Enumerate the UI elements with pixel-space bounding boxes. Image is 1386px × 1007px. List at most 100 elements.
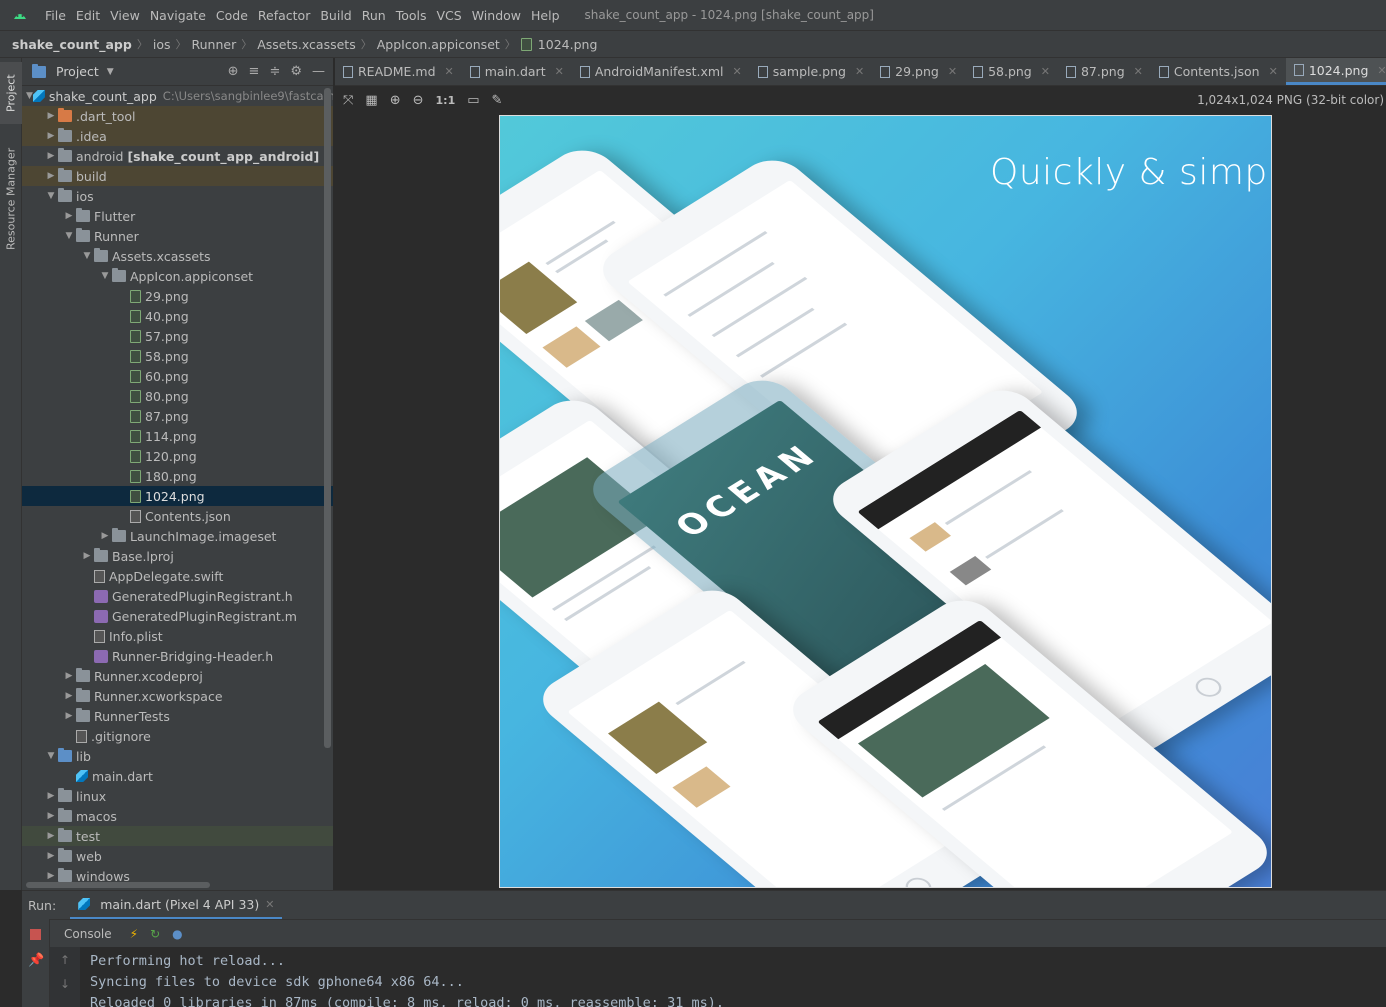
tree-item[interactable]: ▶ build <box>22 166 333 186</box>
project-tool-tab[interactable]: Project <box>0 62 22 124</box>
actual-size-button[interactable]: 1:1 <box>436 94 456 107</box>
editor-tab[interactable]: 87.png ✕ <box>1058 58 1151 85</box>
close-icon[interactable]: ✕ <box>1134 65 1143 78</box>
tree-item[interactable]: ▶GeneratedPluginRegistrant.m <box>22 606 333 626</box>
console-output[interactable]: Performing hot reload... Syncing files to… <box>90 951 724 1007</box>
editor-tab[interactable]: Contents.json ✕ <box>1151 58 1286 85</box>
chevron-right-icon[interactable]: ▶ <box>44 151 58 161</box>
chevron-right-icon[interactable]: ▶ <box>44 831 58 841</box>
tree-item[interactable]: ▼ Runner <box>22 226 333 246</box>
chevron-right-icon[interactable]: ▶ <box>44 851 58 861</box>
chevron-down-icon[interactable]: ▼ <box>44 191 58 201</box>
scroll-up-icon[interactable]: ↑ <box>60 953 70 967</box>
stop-icon[interactable] <box>30 929 41 940</box>
tree-item[interactable]: ▶29.png <box>22 286 333 306</box>
pin-icon[interactable]: 📌 <box>28 953 44 968</box>
menu-run[interactable]: Run <box>357 8 391 23</box>
tree-item[interactable]: ▶Info.plist <box>22 626 333 646</box>
tree-item[interactable]: ▶ Runner.xcodeproj <box>22 666 333 686</box>
tree-item[interactable]: ▶ web <box>22 846 333 866</box>
editor-tab[interactable]: main.dart ✕ <box>462 58 572 85</box>
editor-tab[interactable]: 29.png ✕ <box>872 58 965 85</box>
fit-window-icon[interactable]: ▭ <box>467 93 479 108</box>
tree-item[interactable]: ▶ RunnerTests <box>22 706 333 726</box>
chevron-right-icon[interactable]: ▶ <box>62 671 76 681</box>
tree-item[interactable]: ▶ Flutter <box>22 206 333 226</box>
tree-item[interactable]: ▶ .idea <box>22 126 333 146</box>
chevron-right-icon[interactable]: ▶ <box>62 711 76 721</box>
chevron-down-icon[interactable]: ▼ <box>80 251 94 261</box>
editor-tab[interactable]: sample.png ✕ <box>750 58 872 85</box>
tree-item[interactable]: ▶ LaunchImage.imageset <box>22 526 333 546</box>
breadcrumb-item[interactable]: Assets.xcassets <box>257 37 356 52</box>
menu-code[interactable]: Code <box>211 8 253 23</box>
menu-refactor[interactable]: Refactor <box>253 8 315 23</box>
tree-item[interactable]: ▶ Runner.xcworkspace <box>22 686 333 706</box>
chevron-right-icon[interactable]: ▶ <box>44 791 58 801</box>
scroll-down-icon[interactable]: ↓ <box>60 977 70 991</box>
close-icon[interactable]: ✕ <box>1377 64 1386 77</box>
chevron-right-icon[interactable]: ▶ <box>62 211 76 221</box>
breadcrumb-item[interactable]: AppIcon.appiconset <box>377 37 500 52</box>
tree-item[interactable]: ▼ Assets.xcassets <box>22 246 333 266</box>
tree-item[interactable]: ▶Runner-Bridging-Header.h <box>22 646 333 666</box>
chevron-right-icon[interactable]: ▶ <box>44 171 58 181</box>
image-preview[interactable]: Quickly & simply i OCEAN <box>499 115 1272 888</box>
chevron-down-icon[interactable]: ▼ <box>26 91 33 101</box>
tree-item[interactable]: ▶ Base.lproj <box>22 546 333 566</box>
tree-item[interactable]: ▶AppDelegate.swift <box>22 566 333 586</box>
close-icon[interactable]: ✕ <box>1269 65 1278 78</box>
hide-icon[interactable]: — <box>312 64 325 79</box>
tree-item[interactable]: ▼ ios <box>22 186 333 206</box>
menu-window[interactable]: Window <box>467 8 526 23</box>
devtools-icon[interactable]: ● <box>172 927 182 941</box>
tree-item[interactable]: ▼ lib <box>22 746 333 766</box>
chevron-down-icon[interactable]: ▼ <box>98 271 112 281</box>
close-icon[interactable]: ✕ <box>445 65 454 78</box>
tree-item[interactable]: ▶60.png <box>22 366 333 386</box>
resource-manager-tool-tab[interactable]: Resource Manager <box>0 138 22 260</box>
close-icon[interactable]: ✕ <box>948 65 957 78</box>
menu-edit[interactable]: Edit <box>71 8 105 23</box>
console-tab[interactable]: Console <box>58 927 118 941</box>
close-icon[interactable]: ✕ <box>265 898 274 911</box>
tree-item[interactable]: ▶main.dart <box>22 766 333 786</box>
tree-item[interactable]: ▶58.png <box>22 346 333 366</box>
close-icon[interactable]: ✕ <box>855 65 864 78</box>
run-config-tab[interactable]: main.dart (Pixel 4 API 33) ✕ <box>70 891 283 919</box>
chevron-right-icon[interactable]: ▶ <box>44 811 58 821</box>
menu-tools[interactable]: Tools <box>391 8 432 23</box>
tree-item[interactable]: ▶87.png <box>22 406 333 426</box>
tree-item[interactable]: ▶120.png <box>22 446 333 466</box>
tree-item[interactable]: ▼ AppIcon.appiconset <box>22 266 333 286</box>
tree-item[interactable]: ▶.gitignore <box>22 726 333 746</box>
locate-icon[interactable]: ⊕ <box>228 64 239 79</box>
expand-all-icon[interactable]: ≡ <box>249 64 260 79</box>
tree-item[interactable]: ▶GeneratedPluginRegistrant.h <box>22 586 333 606</box>
chevron-down-icon[interactable]: ▼ <box>107 67 114 77</box>
editor-tab[interactable]: README.md ✕ <box>335 58 462 85</box>
chevron-down-icon[interactable]: ▼ <box>44 751 58 761</box>
grid-icon[interactable]: ▦ <box>365 93 377 108</box>
editor-tab[interactable]: 58.png ✕ <box>965 58 1058 85</box>
close-icon[interactable]: ✕ <box>555 65 564 78</box>
tree-item[interactable]: ▶57.png <box>22 326 333 346</box>
breadcrumb-item[interactable]: ios <box>153 37 171 52</box>
color-picker-icon[interactable]: ✎ <box>492 93 503 108</box>
chevron-right-icon[interactable]: ▶ <box>62 691 76 701</box>
menu-file[interactable]: File <box>40 8 71 23</box>
tree-item[interactable]: ▶180.png <box>22 466 333 486</box>
tree-item[interactable]: ▶Contents.json <box>22 506 333 526</box>
tree-item[interactable]: ▶114.png <box>22 426 333 446</box>
breadcrumb-item[interactable]: shake_count_app <box>12 37 132 52</box>
close-icon[interactable]: ✕ <box>1041 65 1050 78</box>
tree-root[interactable]: ▼ shake_count_app C:\Users\sangbinlee9\f… <box>22 86 333 106</box>
hot-restart-icon[interactable]: ↻ <box>150 927 160 941</box>
chevron-right-icon[interactable]: ▶ <box>98 531 112 541</box>
tree-item[interactable]: ▶ test <box>22 826 333 846</box>
chevron-right-icon[interactable]: ▶ <box>80 551 94 561</box>
tree-item[interactable]: ▶80.png <box>22 386 333 406</box>
fit-zoom-icon[interactable]: ⤧ <box>343 93 353 108</box>
breadcrumb-item[interactable]: Runner <box>191 37 236 52</box>
vertical-scrollbar[interactable] <box>324 88 331 748</box>
